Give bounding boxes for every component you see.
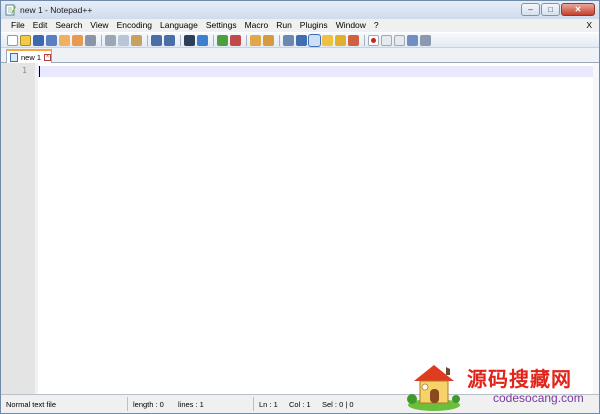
- notepad-app-icon: [5, 4, 16, 16]
- stop-record-icon[interactable]: [381, 34, 392, 46]
- minimize-button[interactable]: –: [521, 3, 540, 16]
- menu-language[interactable]: Language: [156, 19, 202, 32]
- site-watermark: 源码搜藏网 codesocang.com: [403, 357, 599, 413]
- menu-edit[interactable]: Edit: [29, 19, 52, 32]
- close-icon: ✕: [574, 5, 582, 14]
- menu-bar: File Edit Search View Encoding Language …: [1, 19, 599, 32]
- menu-macro[interactable]: Macro: [241, 19, 273, 32]
- close-all-icon[interactable]: [72, 34, 83, 46]
- menu-file[interactable]: File: [7, 19, 29, 32]
- maximize-button[interactable]: □: [541, 3, 560, 16]
- watermark-chinese-text: 源码搜藏网: [467, 367, 572, 391]
- new-file-icon[interactable]: [7, 34, 18, 46]
- function-list-icon[interactable]: [348, 34, 359, 46]
- doc-map-icon[interactable]: [335, 34, 346, 46]
- toolbar-separator: [180, 34, 181, 46]
- status-sel: Sel : 0 | 0: [322, 400, 354, 409]
- user-language-icon[interactable]: [322, 34, 333, 46]
- open-file-icon[interactable]: [20, 34, 31, 46]
- replace-icon[interactable]: [197, 34, 208, 46]
- line-number-gutter: 1: [1, 63, 35, 394]
- undo-icon[interactable]: [151, 34, 162, 46]
- status-file-type: Normal text file: [6, 400, 57, 409]
- cut-icon[interactable]: [105, 34, 116, 46]
- show-all-chars-icon[interactable]: [296, 34, 307, 46]
- line-number: 1: [22, 66, 27, 75]
- toolbar-separator: [147, 34, 148, 46]
- menu-search[interactable]: Search: [51, 19, 86, 32]
- status-col: Col : 1: [289, 400, 311, 409]
- status-ln: Ln : 1: [259, 400, 278, 409]
- sync-horizontal-icon[interactable]: [263, 34, 274, 46]
- title-bar[interactable]: new 1 - Notepad++ – □ ✕: [1, 1, 599, 19]
- window-title: new 1 - Notepad++: [20, 5, 93, 15]
- zoom-in-icon[interactable]: [217, 34, 228, 46]
- save-macro-icon[interactable]: [420, 34, 431, 46]
- save-all-icon[interactable]: [46, 34, 57, 46]
- tab-label: new 1: [21, 52, 42, 62]
- indent-guide-icon[interactable]: [308, 33, 321, 47]
- document-icon: [10, 52, 18, 62]
- run-macro-multiple-icon[interactable]: [407, 34, 418, 46]
- close-document-button[interactable]: X: [586, 19, 592, 32]
- redo-icon[interactable]: [164, 34, 175, 46]
- toolbar-separator: [364, 34, 365, 46]
- editor-area[interactable]: 1: [1, 63, 599, 394]
- tab-close-icon[interactable]: ×: [44, 53, 51, 61]
- editor-right-edge: [593, 63, 599, 394]
- status-divider: [127, 397, 128, 411]
- sync-vertical-icon[interactable]: [250, 34, 261, 46]
- toolbar-separator: [101, 34, 102, 46]
- print-icon[interactable]: [85, 34, 96, 46]
- menu-view[interactable]: View: [86, 19, 112, 32]
- house-logo-icon: [407, 365, 460, 411]
- status-lines: lines : 1: [178, 400, 204, 409]
- current-line-highlight: [38, 66, 593, 77]
- menu-help[interactable]: ?: [370, 19, 383, 32]
- status-divider: [253, 397, 254, 411]
- paste-icon[interactable]: [131, 34, 142, 46]
- close-icon[interactable]: [59, 34, 70, 46]
- maximize-icon: □: [548, 5, 553, 14]
- save-icon[interactable]: [33, 34, 44, 46]
- copy-icon[interactable]: [118, 34, 129, 46]
- menu-window[interactable]: Window: [332, 19, 370, 32]
- watermark-domain-text: codesocang.com: [493, 391, 584, 405]
- word-wrap-icon[interactable]: [283, 34, 294, 46]
- status-length: length : 0: [133, 400, 164, 409]
- menu-plugins[interactable]: Plugins: [296, 19, 332, 32]
- toolbar-separator: [246, 34, 247, 46]
- minimize-icon: –: [528, 5, 533, 14]
- text-caret: [39, 66, 40, 77]
- record-macro-icon[interactable]: [368, 34, 379, 46]
- menu-encoding[interactable]: Encoding: [113, 19, 156, 32]
- tab-new-1[interactable]: new 1 ×: [6, 49, 52, 63]
- menu-run[interactable]: Run: [272, 19, 296, 32]
- menu-settings[interactable]: Settings: [202, 19, 241, 32]
- close-window-button[interactable]: ✕: [561, 3, 595, 16]
- toolbar-separator: [279, 34, 280, 46]
- tab-bar: new 1 ×: [1, 48, 599, 63]
- notepad-plus-plus-window: new 1 - Notepad++ – □ ✕ File Edit Search…: [0, 0, 600, 414]
- play-macro-icon[interactable]: [394, 34, 405, 46]
- find-icon[interactable]: [184, 34, 195, 46]
- toolbar-separator: [213, 34, 214, 46]
- toolbar: [1, 32, 599, 48]
- fold-margin[interactable]: [35, 63, 38, 394]
- zoom-out-icon[interactable]: [230, 34, 241, 46]
